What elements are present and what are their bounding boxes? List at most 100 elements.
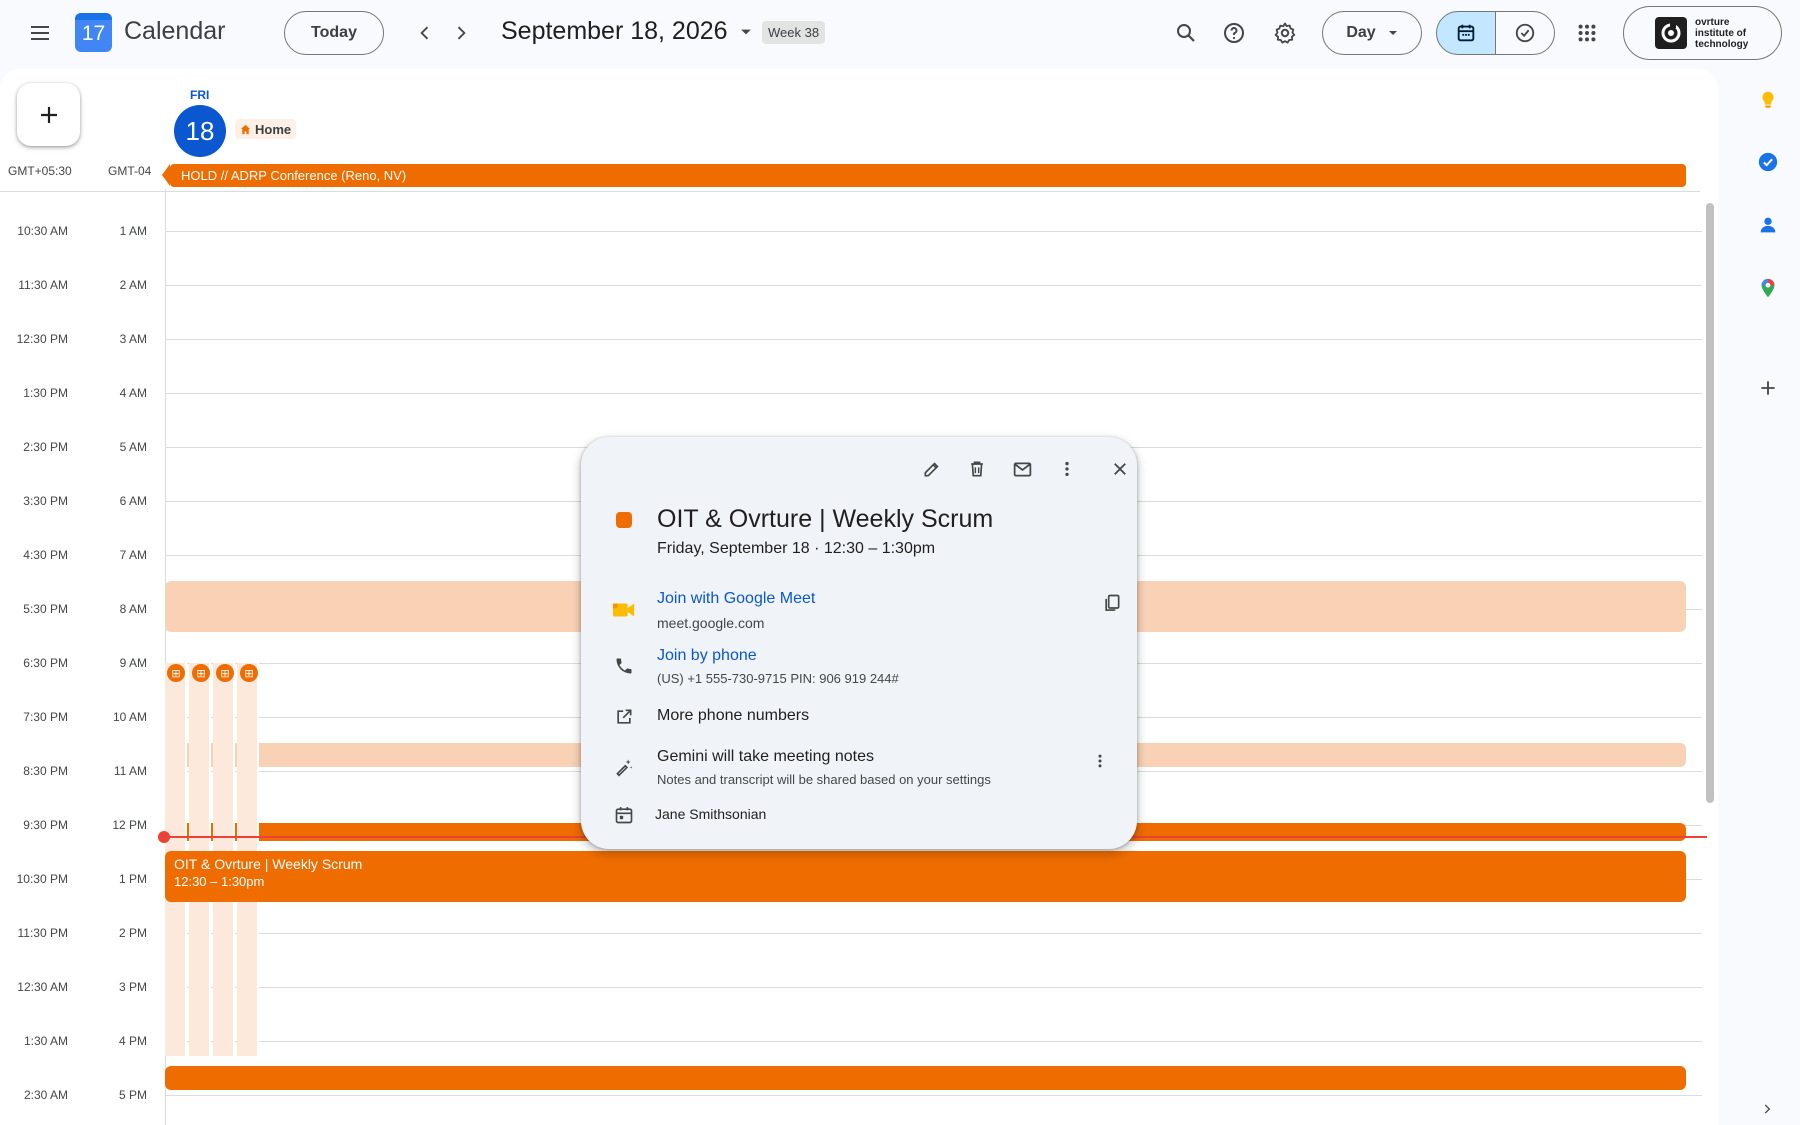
keep-icon[interactable] bbox=[1754, 86, 1782, 114]
settings-button[interactable] bbox=[1265, 13, 1305, 53]
vertical-scrollbar[interactable] bbox=[1706, 203, 1714, 803]
event-block[interactable] bbox=[165, 1066, 1686, 1090]
time-label-secondary: 5 AM bbox=[119, 440, 147, 454]
account-organization-button[interactable]: ovrture institute of technology bbox=[1623, 6, 1782, 60]
time-label-secondary: 1 PM bbox=[118, 872, 147, 886]
maps-icon[interactable] bbox=[1754, 274, 1782, 302]
delete-event-button[interactable] bbox=[957, 449, 997, 489]
event-details-popover: OIT & Ovrture | Weekly Scrum Friday, Sep… bbox=[581, 437, 1137, 849]
day-number-button[interactable]: 18 bbox=[174, 105, 226, 157]
calendar-icon bbox=[1457, 24, 1475, 42]
tasks-view-toggle[interactable] bbox=[1495, 11, 1555, 55]
main-menu-button[interactable] bbox=[20, 13, 60, 53]
time-label-primary: 8:30 PM bbox=[23, 764, 68, 778]
hour-gridline bbox=[165, 231, 1702, 232]
create-event-button[interactable] bbox=[17, 83, 80, 146]
contacts-icon[interactable] bbox=[1754, 211, 1782, 239]
time-label-secondary: 1 AM bbox=[119, 224, 147, 238]
tasks-icon[interactable] bbox=[1754, 148, 1782, 176]
time-label-primary: 3:30 PM bbox=[23, 494, 68, 508]
email-guests-button[interactable] bbox=[1002, 449, 1042, 489]
time-label-primary: 9:30 PM bbox=[23, 818, 68, 832]
time-label-secondary: 3 AM bbox=[119, 332, 147, 346]
today-button[interactable]: Today bbox=[284, 11, 384, 55]
more-options-button[interactable] bbox=[1047, 449, 1087, 489]
event-title: OIT & Ovrture | Weekly Scrum bbox=[657, 505, 994, 533]
plus-icon bbox=[40, 106, 57, 123]
hamburger-menu-icon bbox=[31, 26, 49, 40]
join-google-meet-link[interactable]: Join with Google Meet bbox=[657, 590, 815, 608]
time-label-secondary: 6 AM bbox=[119, 494, 147, 508]
event-type-badge-icon[interactable]: ⊞ bbox=[167, 664, 185, 682]
hour-gridline bbox=[165, 285, 1702, 286]
time-label-secondary: 8 AM bbox=[119, 602, 147, 616]
search-button[interactable] bbox=[1166, 13, 1206, 53]
close-popover-button[interactable] bbox=[1100, 449, 1140, 489]
home-icon bbox=[240, 124, 251, 134]
scrum-event-block[interactable]: OIT & Ovrture | Weekly Scrum 12:30 – 1:3… bbox=[165, 851, 1686, 902]
time-label-primary: 11:30 PM bbox=[17, 926, 68, 940]
time-label-primary: 6:30 PM bbox=[23, 656, 68, 670]
view-selector-label: Day bbox=[1346, 24, 1376, 41]
time-label-secondary: 10 AM bbox=[112, 710, 147, 724]
time-label-secondary: 4 PM bbox=[118, 1034, 147, 1048]
chevron-right-icon bbox=[457, 26, 466, 40]
time-label-secondary: 3 PM bbox=[118, 980, 147, 994]
time-label-primary: 1:30 PM bbox=[23, 386, 68, 400]
more-phone-numbers-link[interactable]: More phone numbers bbox=[657, 707, 809, 725]
calendar-view-toggle[interactable] bbox=[1436, 11, 1496, 55]
time-label-primary: 10:30 PM bbox=[16, 872, 68, 886]
copy-meet-link-button[interactable] bbox=[1092, 583, 1132, 623]
current-time-dot bbox=[158, 831, 170, 843]
pencil-icon bbox=[924, 462, 939, 477]
all-day-event[interactable]: HOLD // ADRP Conference (Reno, NV) bbox=[162, 164, 1686, 187]
help-button[interactable] bbox=[1214, 13, 1254, 53]
previous-day-button[interactable] bbox=[405, 13, 445, 53]
time-label-primary: 12:30 PM bbox=[16, 332, 68, 346]
time-label-secondary: 11 AM bbox=[113, 764, 147, 778]
join-by-phone-link[interactable]: Join by phone bbox=[657, 647, 757, 665]
scrum-event-title: OIT & Ovrture | Weekly Scrum bbox=[174, 856, 363, 872]
edit-event-button[interactable] bbox=[912, 449, 952, 489]
gemini-notes-options-button[interactable] bbox=[1080, 741, 1120, 781]
event-date-time: Friday, September 18 · 12:30 – 1:30pm bbox=[657, 540, 936, 557]
time-label-primary: 2:30 AM bbox=[23, 1088, 68, 1102]
next-day-button[interactable] bbox=[441, 13, 481, 53]
event-type-badge-icon[interactable]: ⊞ bbox=[216, 664, 234, 682]
org-logo-icon bbox=[1655, 17, 1687, 49]
date-picker-dropdown[interactable]: September 18, 2026 bbox=[501, 17, 752, 46]
calendar-logo-icon[interactable]: 17 bbox=[75, 13, 112, 52]
event-type-badge-icon[interactable]: ⊞ bbox=[240, 664, 258, 682]
time-label-primary: 4:30 PM bbox=[23, 548, 68, 562]
time-label-primary: 5:30 PM bbox=[23, 602, 68, 616]
apps-grid-icon bbox=[1578, 24, 1596, 42]
hour-gridline bbox=[165, 1095, 1702, 1096]
dropdown-arrow-icon bbox=[740, 29, 751, 34]
hour-gridline bbox=[165, 987, 1702, 988]
more-vert-icon bbox=[1065, 461, 1069, 477]
expand-side-panel-chevron-icon[interactable] bbox=[1756, 1098, 1778, 1120]
phone-icon bbox=[611, 653, 637, 679]
copy-icon bbox=[1105, 594, 1120, 611]
meet-url: meet.google.com bbox=[657, 615, 765, 631]
all-day-divider bbox=[0, 191, 1700, 192]
current-date-title: September 18, 2026 bbox=[501, 17, 728, 45]
working-location-label: Home bbox=[255, 121, 292, 137]
gear-icon bbox=[1274, 22, 1296, 44]
hour-gridline bbox=[165, 339, 1702, 340]
working-location-chip[interactable]: Home bbox=[235, 119, 297, 139]
event-type-badge-icon[interactable]: ⊞ bbox=[192, 664, 210, 682]
google-meet-icon bbox=[611, 597, 637, 623]
hour-gridline bbox=[165, 933, 1702, 934]
week-number-badge: Week 38 bbox=[762, 21, 826, 44]
gemini-notes-pen-icon bbox=[611, 754, 637, 780]
google-apps-button[interactable] bbox=[1567, 13, 1607, 53]
add-addon-plus-icon[interactable] bbox=[1754, 374, 1782, 402]
search-icon bbox=[1177, 24, 1195, 42]
help-icon bbox=[1224, 23, 1244, 43]
gemini-notes-subtitle: Notes and transcript will be shared base… bbox=[657, 772, 991, 787]
org-name: ovrture institute of technology bbox=[1695, 16, 1749, 50]
time-label-secondary: 9 AM bbox=[119, 656, 147, 670]
time-label-primary: 2:30 PM bbox=[23, 440, 68, 454]
view-selector-dropdown[interactable]: Day bbox=[1322, 11, 1422, 55]
